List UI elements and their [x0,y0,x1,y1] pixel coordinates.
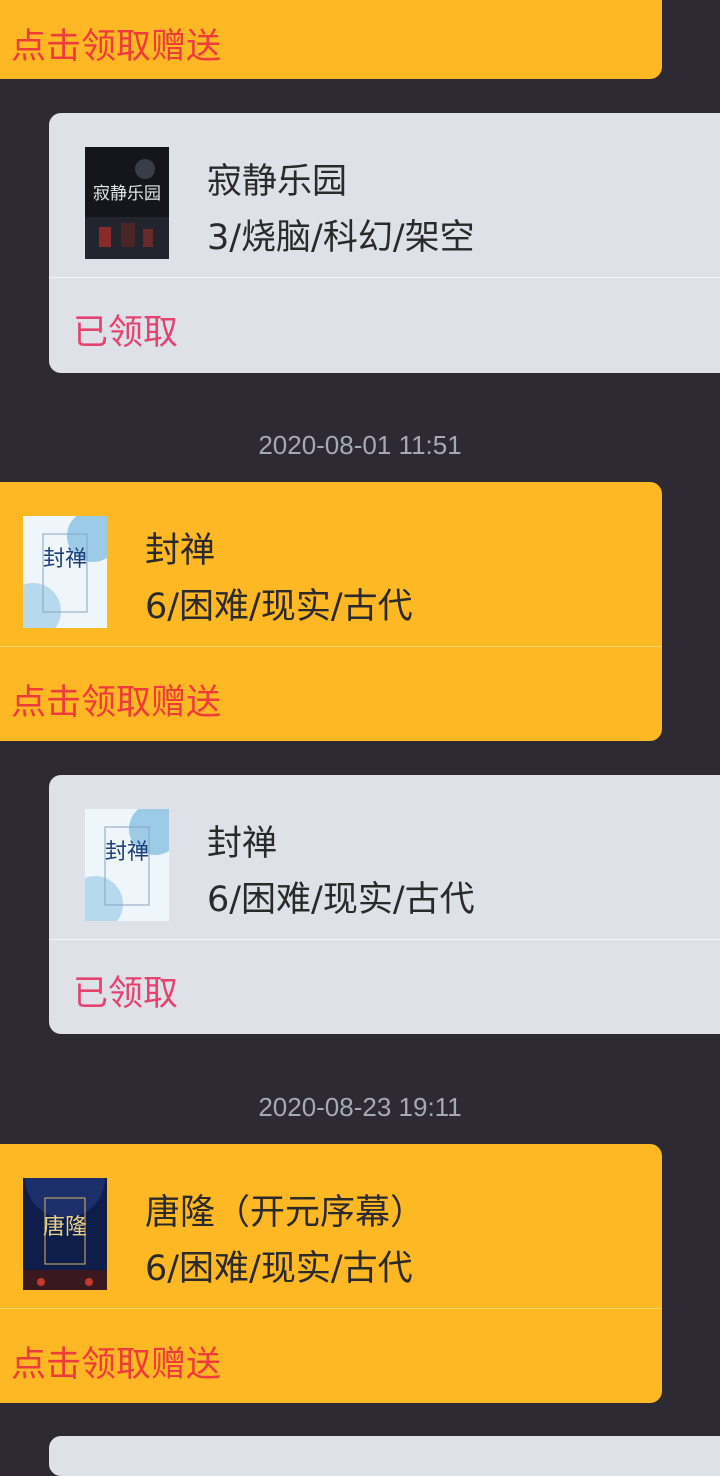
book-title: 唐隆（开元序幕） [145,1193,426,1233]
claimed-status: 已领取 [73,974,179,1014]
book-meta: 3/烧脑/科幻/架空 [207,218,475,258]
book-meta: 6/困难/现实/古代 [145,1249,413,1289]
divider [49,277,720,278]
book-cover-image: 寂静乐园 [85,147,169,259]
claim-gift-button[interactable]: 点击领取赠送 [11,18,221,69]
book-cover-image: 唐隆 [23,1178,107,1290]
claimed-status: 已领取 [73,313,179,353]
book-meta: 6/困难/现实/古代 [207,880,475,920]
claimed-card-partial [49,1436,720,1476]
gift-card-partial[interactable]: 点击领取赠送 [0,0,662,79]
claimed-card: 封禅 封禅 6/困难/现实/古代 已领取 [49,775,720,1034]
divider [0,646,662,647]
cover-title-text: 唐隆 [43,1215,87,1240]
divider [49,939,720,940]
gift-card[interactable]: 封禅 封禅 6/困难/现实/古代 点击领取赠送 [0,482,662,741]
book-cover-image: 封禅 [85,809,169,921]
book-title: 寂静乐园 [207,162,348,202]
claimed-card: 寂静乐园 寂静乐园 3/烧脑/科幻/架空 已领取 [49,113,720,373]
book-cover-image: 封禅 [23,516,107,628]
cover-title-text: 封禅 [43,547,87,572]
book-title: 封禅 [207,824,278,864]
cover-title-text: 寂静乐园 [93,184,161,204]
divider [0,1308,662,1309]
message-timestamp: 2020-08-23 19:11 [258,1092,462,1122]
claim-gift-button[interactable]: 点击领取赠送 [11,674,221,725]
claim-gift-button[interactable]: 点击领取赠送 [11,1336,221,1387]
book-meta: 6/困难/现实/古代 [145,587,413,627]
book-title: 封禅 [145,531,216,571]
gift-card[interactable]: 唐隆 唐隆（开元序幕） 6/困难/现实/古代 点击领取赠送 [0,1144,662,1403]
message-timestamp: 2020-08-01 11:51 [258,430,462,460]
cover-title-text: 封禅 [105,840,149,865]
